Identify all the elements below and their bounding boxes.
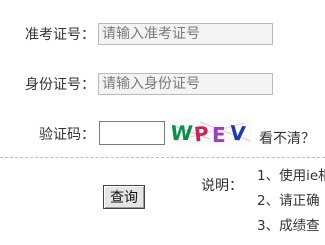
captcha-image[interactable]: W P E V: [169, 119, 252, 147]
id-card-input[interactable]: [98, 73, 273, 95]
id-card-label: 身份证号：: [25, 77, 95, 93]
captcha-label: 验证码：: [39, 127, 95, 143]
divider: [0, 157, 325, 158]
captcha-letter: P: [193, 121, 210, 145]
note-item: 1、使用ie相: [257, 168, 325, 184]
exam-id-label: 准考证号：: [25, 27, 95, 43]
captcha-letter: W: [170, 121, 194, 145]
captcha-input[interactable]: [99, 121, 165, 145]
refresh-captcha-link[interactable]: 看不清？: [259, 128, 315, 148]
note-item: 3、成绩查: [257, 218, 320, 234]
captcha-svg: W P E V: [169, 121, 251, 147]
captcha-letter: V: [229, 121, 247, 145]
exam-id-input[interactable]: [98, 23, 273, 45]
query-button[interactable]: 查询: [103, 185, 145, 209]
note-item: 2、请正确: [257, 193, 320, 209]
notes-label: 说明：: [201, 178, 243, 194]
captcha-letter: E: [212, 123, 226, 145]
